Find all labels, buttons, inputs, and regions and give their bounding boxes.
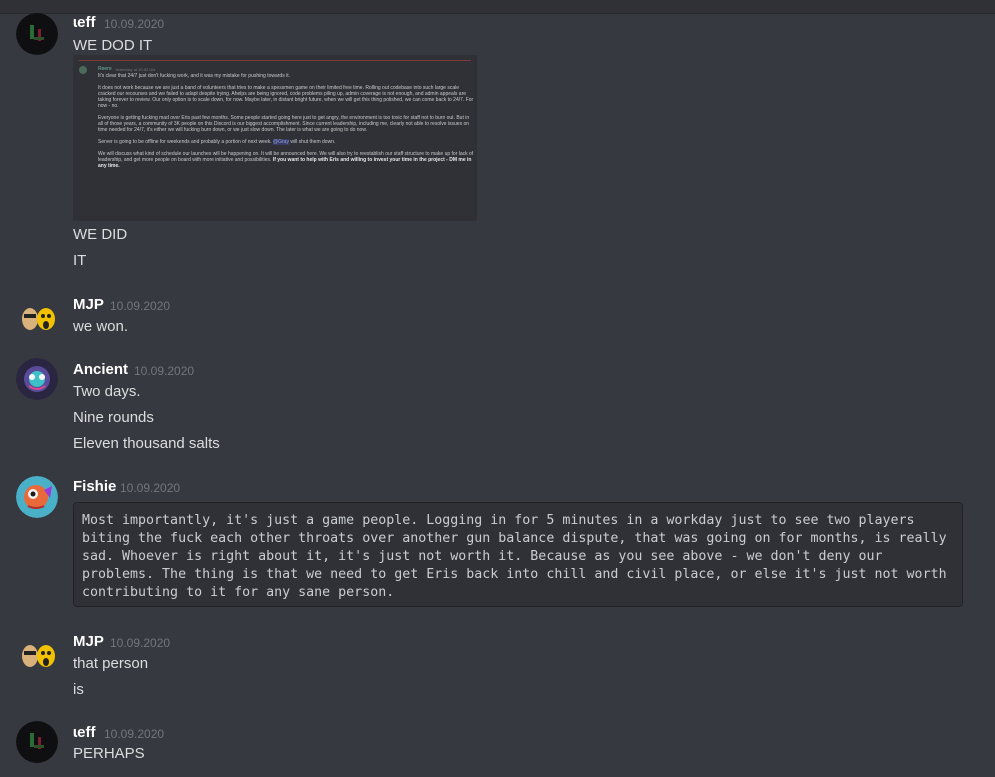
avatar[interactable] [16, 358, 58, 400]
code-block: Most importantly, it's just a game peopl… [73, 502, 963, 607]
timestamp: 10.09.2020 [110, 636, 171, 650]
code-line: problems. The thing is that we need to g… [82, 567, 947, 582]
avatar [79, 66, 87, 74]
author-name[interactable]: ɩeff [73, 14, 96, 31]
top-bar [0, 0, 995, 14]
author-name[interactable]: MJP [73, 633, 104, 650]
message-text: PERHAPS [73, 745, 145, 762]
code-line: sad. Whoever is right about it, it's jus… [82, 549, 883, 564]
code-line: biting the fuck each other throats over … [82, 531, 947, 546]
embed-body: It's clear that 24/7 just don't fucking … [98, 73, 474, 175]
author-name[interactable]: ɩeff [73, 724, 96, 741]
user-mention[interactable]: @Gray [273, 139, 289, 145]
embed-paragraph: It does not work because we are just a b… [98, 85, 474, 109]
timestamp: 10.09.2020 [120, 481, 181, 495]
message-text: Nine rounds [73, 409, 154, 426]
embed-text: Server is going to be offline for weeken… [98, 139, 272, 145]
code-line: contributing to it for any sane person. [82, 585, 395, 600]
embed-timestamp: Yesterday at 20:52 Uhr [115, 67, 156, 72]
code-line: Most importantly, it's just a game peopl… [82, 513, 915, 528]
avatar[interactable] [16, 476, 58, 518]
timestamp: 10.09.2020 [104, 727, 165, 741]
message-text: WE DID [73, 226, 128, 243]
author-name[interactable]: Fishie [73, 478, 116, 495]
embed-paragraph: Server is going to be offline for weeken… [98, 139, 474, 145]
message-text: is [73, 681, 84, 698]
embed-text: will shut them down. [290, 139, 336, 145]
message-text: we won. [73, 318, 129, 335]
message-text: Eleven thousand salts [73, 435, 220, 452]
avatar[interactable] [16, 634, 58, 676]
embed-paragraph: It's clear that 24/7 just don't fucking … [98, 73, 290, 79]
divider [79, 60, 471, 61]
timestamp: 10.09.2020 [110, 299, 171, 313]
message-text: IT [73, 252, 87, 269]
author-name[interactable]: Ancient [73, 361, 128, 378]
avatar[interactable] [16, 721, 58, 763]
embed-author: Reere [98, 66, 112, 72]
quoted-screenshot[interactable]: Reere Yesterday at 20:52 Uhr It's clear … [73, 55, 477, 221]
timestamp: 10.09.2020 [134, 364, 195, 378]
message-text: WE DOD IT [73, 37, 153, 54]
embed-paragraph: Everyone is getting fucking mad over Eri… [98, 115, 470, 133]
embed-paragraph: We will discuss what kind of schedule ou… [98, 151, 474, 169]
avatar[interactable] [16, 13, 58, 55]
message-text: that person [73, 655, 149, 672]
avatar[interactable] [16, 297, 58, 339]
timestamp: 10.09.2020 [104, 17, 165, 31]
message-text: Two days. [73, 383, 141, 400]
author-name[interactable]: MJP [73, 296, 104, 313]
